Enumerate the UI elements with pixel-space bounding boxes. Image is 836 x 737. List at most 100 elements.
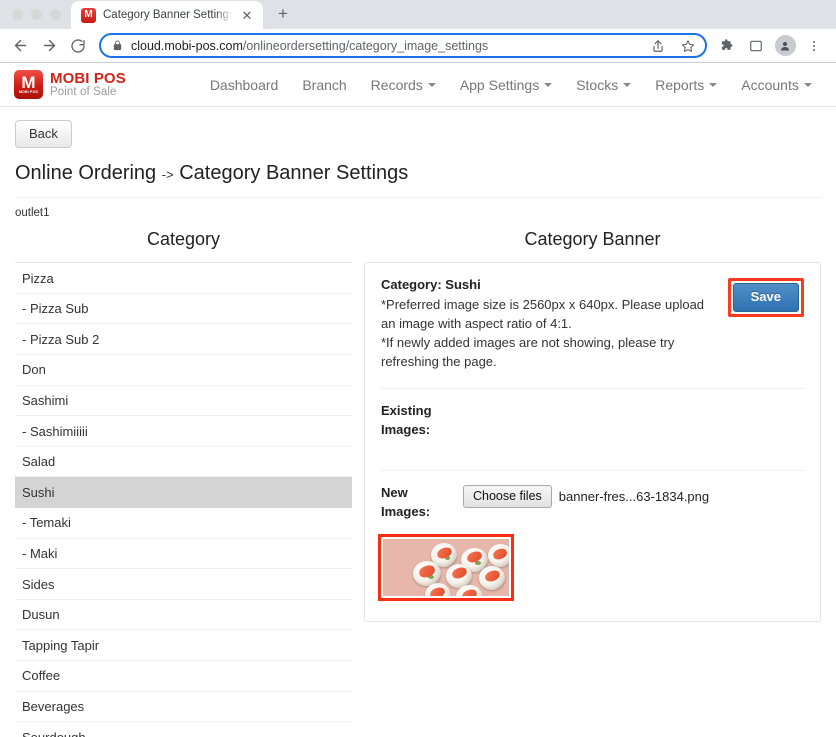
star-icon[interactable] bbox=[677, 35, 699, 57]
breadcrumb-current: Category Banner Settings bbox=[179, 162, 409, 185]
category-banner-card: Category: Sushi *Preferred image size is… bbox=[364, 262, 821, 622]
file-input[interactable]: Choose files banner-fres...63-1834.png bbox=[463, 484, 709, 508]
image-size-note: *Preferred image size is 2560px x 640px.… bbox=[381, 297, 705, 332]
category-list-item[interactable]: Dusun bbox=[15, 600, 352, 631]
category-list-item[interactable]: Coffee bbox=[15, 661, 352, 692]
close-window-button[interactable] bbox=[12, 9, 23, 20]
category-list-item[interactable]: - Pizza Sub 2 bbox=[15, 324, 352, 356]
mobi-pos-logo-icon: M MOBI POS bbox=[14, 70, 43, 99]
banner-column-header: Category Banner bbox=[524, 229, 661, 250]
minimize-window-button[interactable] bbox=[31, 9, 42, 20]
chevron-down-icon bbox=[623, 82, 632, 87]
url-path: /onlineordersetting/category_image_setti… bbox=[242, 38, 489, 53]
category-label: - Pizza Sub 2 bbox=[22, 331, 100, 347]
category-list-item[interactable]: - Sashimiiiii bbox=[15, 416, 352, 447]
chevron-down-icon bbox=[709, 82, 718, 87]
category-label: Pizza bbox=[22, 270, 54, 286]
category-list-item[interactable]: - Maki bbox=[15, 539, 352, 570]
category-label: Beverages bbox=[22, 698, 85, 714]
breadcrumb-separator: -> bbox=[161, 167, 174, 183]
card-bottom-spacer bbox=[365, 601, 820, 621]
choose-files-button[interactable]: Choose files bbox=[463, 484, 552, 508]
reload-icon[interactable] bbox=[64, 32, 92, 60]
url-text: cloud.mobi-pos.com/onlineordersetting/ca… bbox=[131, 39, 639, 53]
category-list-item[interactable]: Tapping Tapir bbox=[15, 630, 352, 662]
breadcrumb-root[interactable]: Online Ordering bbox=[15, 162, 156, 184]
side-panel-icon[interactable] bbox=[742, 32, 770, 60]
category-label: Dusun bbox=[22, 607, 60, 623]
banner-column: Category Banner Category: Sushi *Preferr… bbox=[364, 229, 821, 737]
nav-item-app-settings[interactable]: App Settings bbox=[448, 71, 564, 99]
chevron-down-icon bbox=[427, 82, 436, 87]
category-label: - Temaki bbox=[22, 515, 71, 531]
save-button[interactable]: Save bbox=[732, 283, 799, 313]
nav-item-dashboard[interactable]: Dashboard bbox=[198, 71, 291, 99]
tab-strip: M Category Banner Settings | Mo ✕ + bbox=[0, 0, 836, 29]
nav-label: Records bbox=[370, 76, 423, 93]
category-label: Sushi bbox=[22, 484, 55, 500]
outlet-label: outlet1 bbox=[15, 207, 50, 220]
nav-item-branch[interactable]: Branch bbox=[290, 71, 358, 99]
address-bar[interactable]: cloud.mobi-pos.com/onlineordersetting/ca… bbox=[99, 33, 707, 58]
selected-file-name: banner-fres...63-1834.png bbox=[558, 488, 710, 504]
category-list-item[interactable]: Sashimi bbox=[15, 386, 352, 417]
page-title: Online Ordering -> Category Banner Setti… bbox=[15, 161, 821, 185]
category-column: Category Pizza - Pizza Sub - Pizza Sub 2… bbox=[15, 229, 352, 737]
favicon-letter: M bbox=[84, 9, 93, 20]
category-list-item[interactable]: Beverages bbox=[15, 692, 352, 723]
page-content: Back Online Ordering -> Category Banner … bbox=[0, 107, 836, 737]
category-label: Sourdough bbox=[22, 729, 86, 737]
browser-toolbar: cloud.mobi-pos.com/onlineordersetting/ca… bbox=[0, 29, 836, 62]
sushi-banner-thumbnail[interactable] bbox=[383, 538, 509, 596]
share-icon[interactable] bbox=[647, 35, 669, 57]
nav-label: Dashboard bbox=[209, 76, 279, 93]
nav-label: Branch bbox=[302, 76, 347, 93]
nav-item-accounts[interactable]: Accounts bbox=[729, 71, 824, 99]
window-traffic-lights bbox=[8, 0, 71, 29]
puzzle-icon[interactable] bbox=[713, 32, 741, 60]
thumbnail-highlight bbox=[378, 533, 514, 601]
category-label: Tapping Tapir bbox=[22, 637, 100, 653]
logo-mark-subtext: MOBI POS bbox=[18, 89, 39, 94]
category-list-item[interactable]: - Pizza Sub bbox=[15, 294, 352, 325]
three-dot-menu-icon[interactable] bbox=[800, 32, 828, 60]
category-label: Coffee bbox=[22, 668, 61, 684]
two-column-layout: Category Pizza - Pizza Sub - Pizza Sub 2… bbox=[15, 229, 821, 737]
avatar bbox=[774, 35, 796, 56]
card-text-block: Category: Sushi *Preferred image size is… bbox=[381, 277, 716, 372]
category-list-item[interactable]: - Temaki bbox=[15, 508, 352, 539]
existing-images-row: Existing Images: bbox=[365, 389, 820, 440]
browser-tab[interactable]: M Category Banner Settings | Mo ✕ bbox=[71, 1, 263, 29]
category-list-item[interactable]: Sides bbox=[15, 569, 352, 600]
new-images-row: New Images: Choose files banner-fres...6… bbox=[365, 471, 820, 522]
nav-label: Accounts bbox=[741, 76, 799, 93]
category-list-item[interactable]: Pizza bbox=[15, 263, 352, 294]
profile-avatar-icon[interactable] bbox=[771, 32, 799, 60]
mobi-pos-logo[interactable]: M MOBI POS MOBI POS Point of Sale bbox=[14, 70, 126, 99]
forward-arrow-icon[interactable] bbox=[35, 32, 63, 60]
category-column-header: Category bbox=[146, 229, 221, 250]
nav-item-stocks[interactable]: Stocks bbox=[564, 71, 643, 99]
card-top-row: Category: Sushi *Preferred image size is… bbox=[381, 277, 804, 372]
category-list-item-selected[interactable]: Sushi bbox=[15, 477, 352, 509]
card-body-lower bbox=[365, 440, 820, 471]
new-images-label: New Images: bbox=[381, 484, 431, 519]
maximize-window-button[interactable] bbox=[50, 9, 61, 20]
category-list-item[interactable]: Don bbox=[15, 355, 352, 386]
close-tab-icon[interactable]: ✕ bbox=[239, 7, 255, 23]
save-button-highlight: Save bbox=[727, 278, 804, 318]
category-list-item[interactable]: Sourdough bbox=[15, 722, 352, 737]
nav-item-records[interactable]: Records bbox=[359, 71, 448, 99]
logo-subtitle: Point of Sale bbox=[50, 86, 117, 99]
back-arrow-icon[interactable] bbox=[6, 32, 34, 60]
category-label: Salad bbox=[22, 454, 56, 470]
chevron-down-icon bbox=[803, 82, 812, 87]
nav-item-reports[interactable]: Reports bbox=[643, 71, 729, 99]
category-list-item[interactable]: Salad bbox=[15, 447, 352, 478]
logo-mark-letter: M bbox=[21, 72, 36, 92]
existing-images-label: Existing Images: bbox=[381, 403, 432, 438]
category-label: - Pizza Sub bbox=[22, 301, 89, 317]
logo-wordmark: MOBI POS Point of Sale bbox=[50, 70, 126, 99]
new-tab-button[interactable]: + bbox=[269, 0, 297, 28]
back-button[interactable]: Back bbox=[15, 120, 72, 149]
